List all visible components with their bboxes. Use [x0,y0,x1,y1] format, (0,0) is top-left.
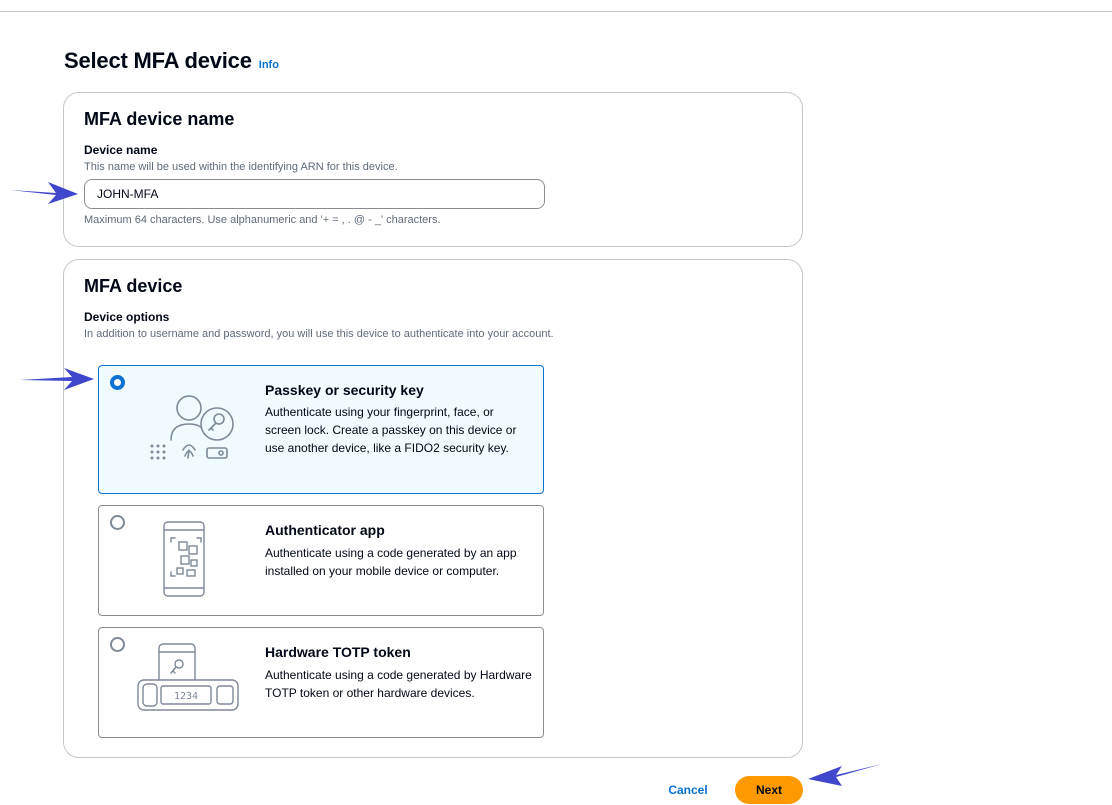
passkey-radio[interactable] [110,375,125,390]
info-link[interactable]: Info [259,59,279,71]
authenticator-app-title: Authenticator app [265,522,385,538]
token-display-text: 1234 [174,691,198,702]
device-options-label: Device options [84,310,170,324]
hardware-totp-description: Authenticate using a code generated by H… [265,668,532,700]
authenticator-app-radio[interactable] [110,515,125,530]
option-authenticator-app-card[interactable]: Authenticator app Authenticate using a c… [98,505,544,616]
device-name-constraint: Maximum 64 characters. Use alphanumeric … [84,214,441,226]
mfa-device-panel: MFA device Device options In addition to… [63,259,803,758]
passkey-description: Authenticate using your fingerprint, fac… [265,405,517,455]
top-divider [0,11,1112,12]
page-title: Select MFA device [64,48,252,73]
device-options-description: In addition to username and password, yo… [84,328,554,340]
hardware-totp-title: Hardware TOTP token [265,644,411,660]
device-name-input[interactable] [84,179,545,209]
option-passkey-card[interactable]: Passkey or security key Authenticate usi… [98,365,544,494]
next-button[interactable]: Next [735,776,803,804]
passkey-title: Passkey or security key [265,382,424,398]
authenticator-app-illustration-icon [163,521,205,597]
annotation-arrow-icon [808,764,882,786]
annotation-arrow-icon [10,182,78,204]
annotation-arrow-icon [20,368,94,390]
device-name-description: This name will be used within the identi… [84,161,398,173]
mfa-device-name-panel: MFA device name Device name This name wi… [63,92,803,247]
passkey-illustration-icon [150,395,234,460]
hardware-totp-radio[interactable] [110,637,125,652]
authenticator-app-description: Authenticate using a code generated by a… [265,546,517,578]
mfa-device-name-heading: MFA device name [84,109,235,129]
mfa-device-heading: MFA device [84,276,183,296]
option-hardware-totp-card[interactable]: 1234 Hardware TOTP token Authenticate us… [98,627,544,738]
device-name-label: Device name [84,143,158,157]
page-header: Select MFA device Info [64,48,279,74]
cancel-button[interactable]: Cancel [660,779,716,801]
hardware-token-illustration-icon: 1234 [137,643,239,711]
